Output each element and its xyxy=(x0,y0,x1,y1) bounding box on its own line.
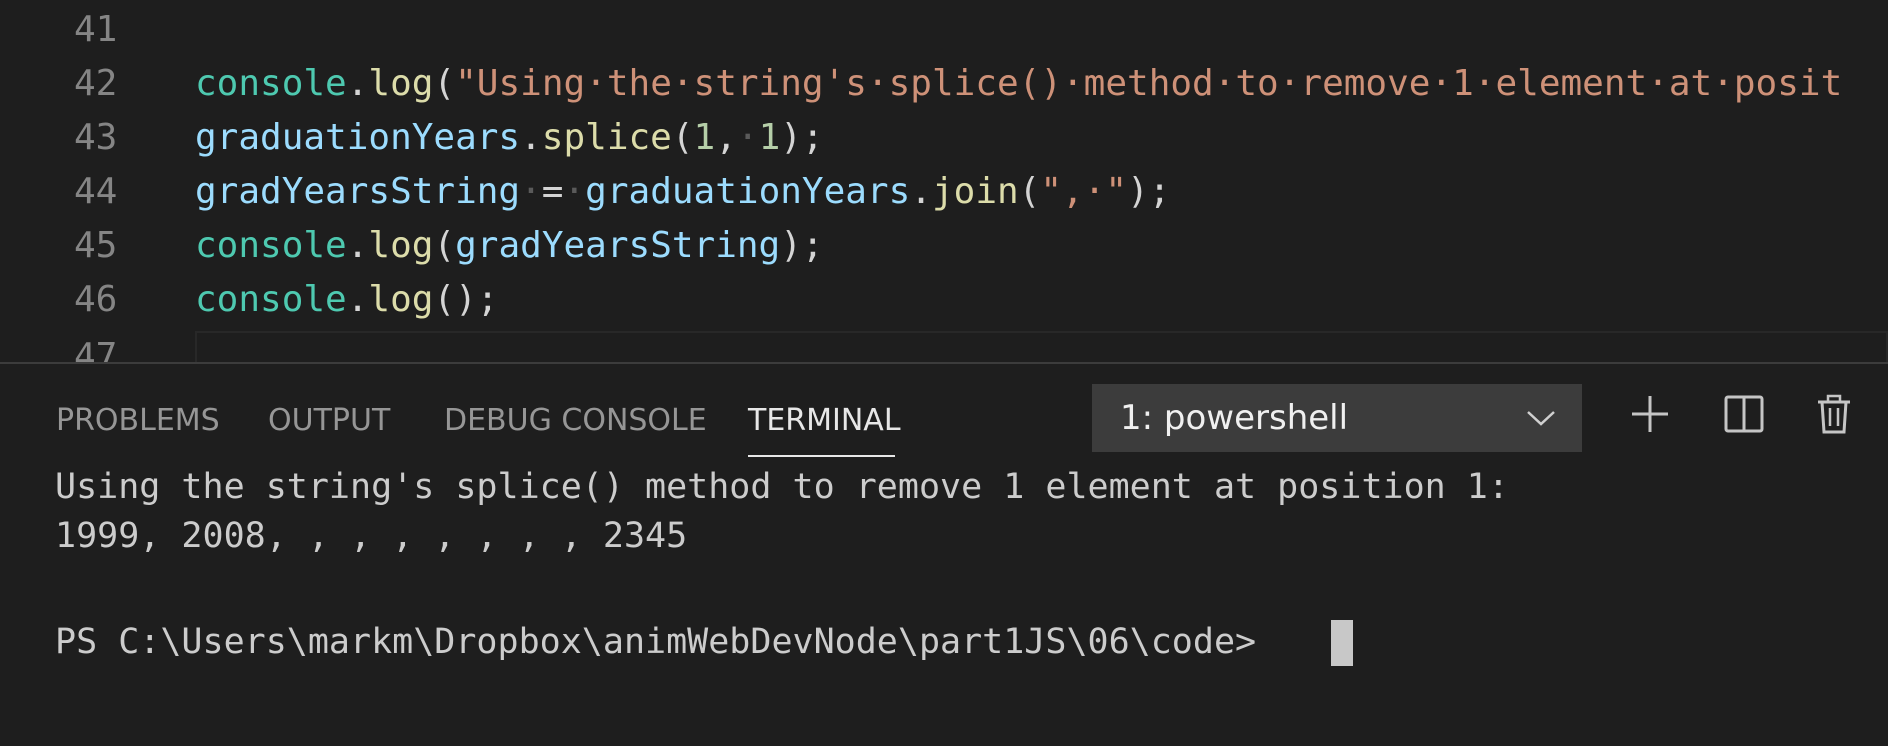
token-function: log xyxy=(368,225,434,266)
line-text[interactable]: console.log(gradYearsString); xyxy=(195,219,824,273)
token-punctuation: ( xyxy=(433,225,456,266)
code-line-41[interactable]: 41 xyxy=(0,3,1888,57)
line-text[interactable]: gradYearsString·=·graduationYears.join("… xyxy=(195,165,1170,219)
code-editor[interactable]: 41 42 console.log("Using·the·string's·sp… xyxy=(0,0,1888,362)
token-punctuation: ( xyxy=(1018,171,1041,212)
token-punctuation: . xyxy=(910,171,932,212)
terminal-output-line: 1999, 2008, , , , , , , , 2345 xyxy=(55,516,688,556)
token-string: "Using·the·string's·splice()·method·to·r… xyxy=(455,63,1843,104)
tab-problems[interactable]: PROBLEMS xyxy=(56,398,220,444)
token-number: 1 xyxy=(693,117,716,158)
token-function: log xyxy=(368,63,434,104)
token-punctuation: , xyxy=(715,117,737,158)
terminal-output-line: Using the string's splice() method to re… xyxy=(55,467,1509,507)
trash-icon[interactable] xyxy=(1812,392,1856,436)
code-line-46[interactable]: 46 console.log(); xyxy=(0,273,1888,327)
line-number: 47 xyxy=(74,336,118,362)
token-variable: gradYearsString xyxy=(195,171,521,212)
token-operator: = xyxy=(541,171,564,212)
token-function: splice xyxy=(541,117,672,158)
line-number: 46 xyxy=(74,279,118,320)
token-punctuation: . xyxy=(520,117,542,158)
chevron-down-icon xyxy=(1527,411,1555,426)
bottom-panel: PROBLEMS OUTPUT DEBUG CONSOLE TERMINAL 1… xyxy=(0,362,1888,746)
token-punctuation: . xyxy=(346,225,369,266)
terminal-cursor xyxy=(1331,620,1353,666)
token-punctuation: ); xyxy=(1127,171,1171,212)
token-object: console xyxy=(195,279,347,320)
token-punctuation: (); xyxy=(433,279,499,320)
token-variable: graduationYears xyxy=(585,171,911,212)
terminal-prompt[interactable]: PS C:\Users\markm\Dropbox\animWebDevNode… xyxy=(55,617,1256,667)
active-tab-indicator xyxy=(748,455,895,457)
code-line-42[interactable]: 42 console.log("Using·the·string's·splic… xyxy=(0,57,1888,111)
terminal-select-label: 1: powershell xyxy=(1120,398,1349,438)
token-string: ",·" xyxy=(1040,171,1128,212)
token-function: join xyxy=(931,171,1019,212)
line-text[interactable]: console.log("Using·the·string's·splice()… xyxy=(195,57,1842,111)
whitespace-marker: · xyxy=(520,171,542,212)
whitespace-marker: · xyxy=(736,117,759,158)
line-text[interactable]: graduationYears.splice(1,·1); xyxy=(195,111,824,165)
vscode-window: 41 42 console.log("Using·the·string's·sp… xyxy=(0,0,1888,746)
token-punctuation: . xyxy=(346,63,369,104)
line-number: 41 xyxy=(74,9,118,50)
line-number: 42 xyxy=(74,63,118,104)
tab-output[interactable]: OUTPUT xyxy=(268,398,390,444)
code-line-44[interactable]: 44 gradYearsString·=·graduationYears.joi… xyxy=(0,165,1888,219)
token-number: 1 xyxy=(758,117,781,158)
token-punctuation: ( xyxy=(671,117,694,158)
token-variable: gradYearsString xyxy=(455,225,781,266)
whitespace-marker: · xyxy=(563,171,586,212)
token-object: console xyxy=(195,63,347,104)
terminal-select-dropdown[interactable]: 1: powershell xyxy=(1092,384,1582,452)
token-object: console xyxy=(195,225,347,266)
line-number: 43 xyxy=(74,117,118,158)
token-punctuation: ); xyxy=(780,225,824,266)
token-punctuation: . xyxy=(346,279,369,320)
plus-icon[interactable] xyxy=(1628,392,1672,436)
code-line-45[interactable]: 45 console.log(gradYearsString); xyxy=(0,219,1888,273)
tab-debug-console[interactable]: DEBUG CONSOLE xyxy=(444,398,707,444)
token-punctuation: ( xyxy=(433,63,456,104)
token-function: log xyxy=(368,279,434,320)
line-text[interactable]: console.log(); xyxy=(195,273,498,327)
code-line-43[interactable]: 43 graduationYears.splice(1,·1); xyxy=(0,111,1888,165)
line-number: 44 xyxy=(74,171,118,212)
line-number: 45 xyxy=(74,225,118,266)
token-punctuation: ); xyxy=(780,117,824,158)
token-variable: graduationYears xyxy=(195,117,521,158)
tab-terminal[interactable]: TERMINAL xyxy=(748,398,901,444)
code-line-47[interactable]: 47 xyxy=(0,330,1888,362)
split-icon[interactable] xyxy=(1722,392,1766,436)
